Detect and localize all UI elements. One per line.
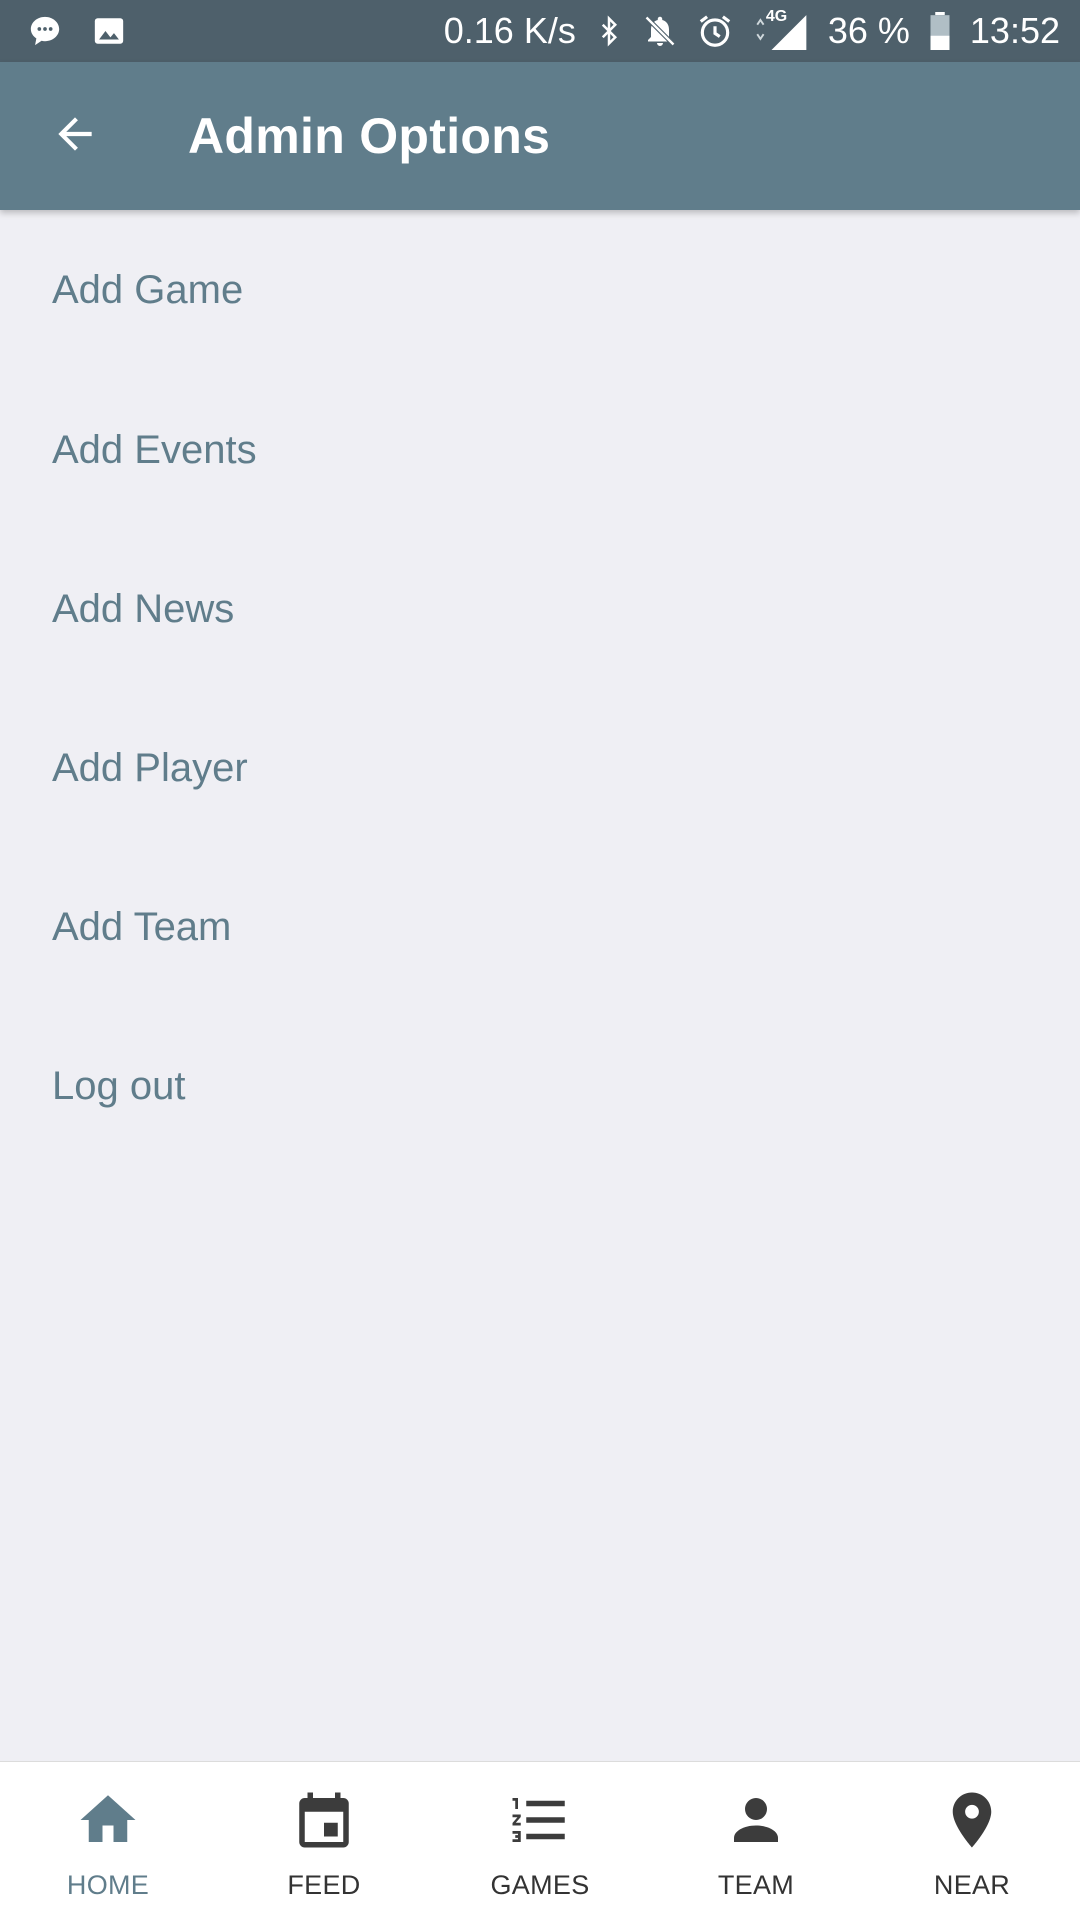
signal-icon: 4G [752,8,810,50]
page-title: Admin Options [188,108,551,164]
add-events-option[interactable]: Add Events [0,371,1080,530]
nav-games-label: GAMES [490,1870,590,1900]
nav-feed-label: FEED [287,1870,361,1900]
home-icon [72,1784,144,1856]
nav-near[interactable]: NEAR [864,1762,1080,1920]
status-notifications [28,14,126,48]
nav-home-label: HOME [66,1870,150,1900]
add-team-option[interactable]: Add Team [0,848,1080,1007]
calendar-icon [288,1784,360,1856]
add-news-option[interactable]: Add News [0,530,1080,689]
clock: 13:52 [969,10,1060,51]
nav-team[interactable]: TEAM [648,1762,864,1920]
person-icon [720,1784,792,1856]
back-button[interactable] [20,81,130,191]
battery-icon [928,12,952,50]
arrow-back-icon [50,109,100,164]
status-bar: 0.16 K/s 4G 36 % 13:52 [0,0,1080,62]
battery-percent: 36 % [827,10,910,51]
bell-off-icon [642,13,678,49]
chat-bubble-icon [28,14,62,48]
nav-games[interactable]: GAMES [432,1762,648,1920]
add-player-option[interactable]: Add Player [0,689,1080,848]
bluetooth-icon [594,13,624,49]
network-speed: 0.16 K/s [443,10,576,51]
admin-options-screen: 0.16 K/s 4G 36 % 13:52 Admin Options Add… [0,0,1080,1920]
admin-options-list: Add Game Add Events Add News Add Player … [0,210,1080,1166]
status-system: 0.16 K/s 4G 36 % 13:52 [443,8,1060,51]
nav-feed[interactable]: FEED [216,1762,432,1920]
bottom-navigation: HOME FEED GAMES TEAM NEAR [0,1761,1080,1920]
add-game-option[interactable]: Add Game [0,210,1080,371]
app-bar: Admin Options [0,62,1080,210]
nav-team-label: TEAM [717,1870,795,1900]
logout-option[interactable]: Log out [0,1007,1080,1166]
alarm-icon [696,12,734,50]
nav-home[interactable]: HOME [0,1762,216,1920]
nav-near-label: NEAR [933,1870,1011,1900]
location-pin-icon [936,1784,1008,1856]
image-icon [92,14,126,48]
network-type: 4G [765,8,788,25]
numbered-list-icon [504,1784,576,1856]
